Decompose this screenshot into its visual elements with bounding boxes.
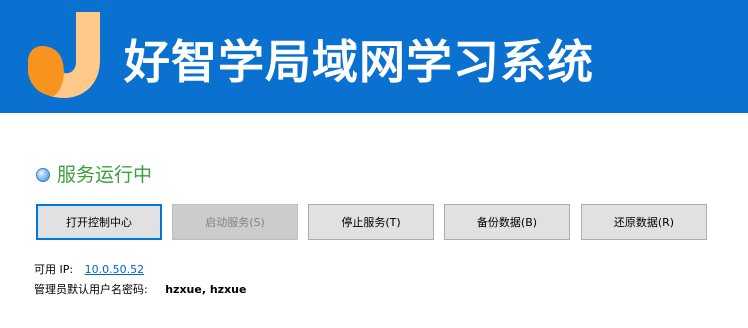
service-status: 服务运行中 bbox=[36, 162, 152, 188]
app-title: 好智学局域网学习系统 bbox=[124, 35, 594, 89]
restore-data-button[interactable]: 还原数据(R) bbox=[581, 204, 707, 240]
ip-info-row: 可用 IP: 10.0.50.52 bbox=[34, 262, 144, 278]
backup-data-button[interactable]: 备份数据(B) bbox=[444, 204, 570, 240]
admin-credentials-value: hzxue, hzxue bbox=[165, 283, 247, 296]
admin-credentials-row: 管理员默认用户名密码: hzxue, hzxue bbox=[34, 282, 246, 298]
ip-label: 可用 IP: bbox=[34, 263, 74, 276]
status-text: 服务运行中 bbox=[57, 164, 153, 186]
open-console-button[interactable]: 打开控制中心 bbox=[36, 204, 162, 240]
status-indicator-icon bbox=[36, 168, 50, 182]
hzxue-logo-icon bbox=[28, 12, 100, 98]
ip-address-link[interactable]: 10.0.50.52 bbox=[85, 263, 144, 276]
start-service-button[interactable]: 启动服务(S) bbox=[172, 204, 298, 240]
stop-service-button[interactable]: 停止服务(T) bbox=[308, 204, 434, 240]
admin-credentials-label: 管理员默认用户名密码: bbox=[34, 283, 148, 296]
header-banner: 好智学局域网学习系统 bbox=[0, 0, 748, 113]
